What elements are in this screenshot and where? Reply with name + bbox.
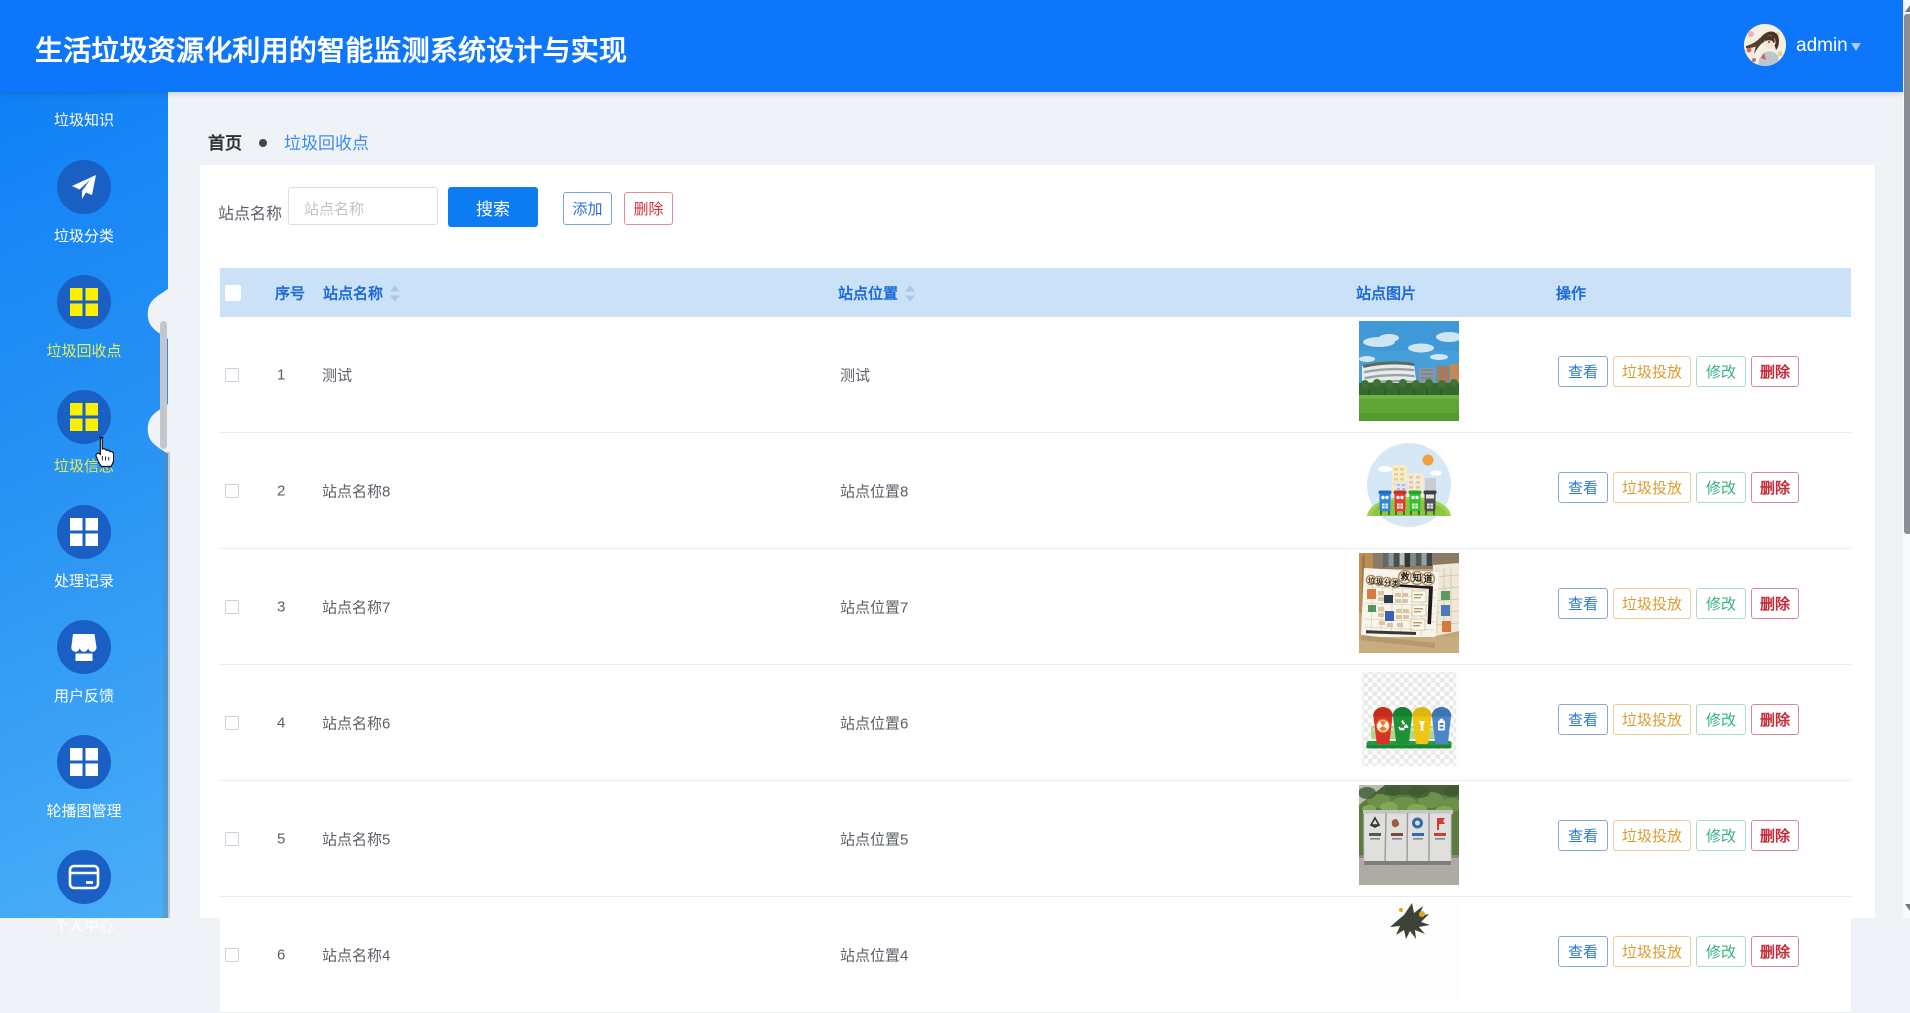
svg-text:类: 类 bbox=[1392, 579, 1400, 588]
svg-text:知: 知 bbox=[1412, 572, 1422, 583]
svg-text:分: 分 bbox=[1384, 578, 1391, 587]
svg-text:道: 道 bbox=[1424, 573, 1433, 584]
svg-text:救: 救 bbox=[1401, 571, 1411, 582]
svg-text:垃: 垃 bbox=[1368, 576, 1375, 585]
svg-text:圾: 圾 bbox=[1376, 577, 1384, 586]
